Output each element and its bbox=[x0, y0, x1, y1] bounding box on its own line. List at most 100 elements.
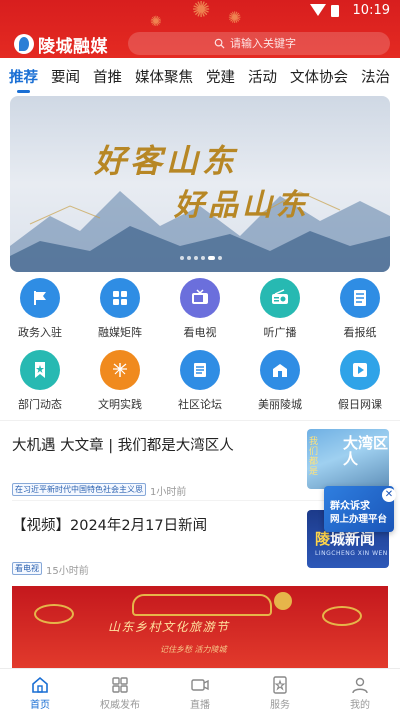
festival-subtitle: 记住乡愁 活力陵城 bbox=[160, 645, 227, 654]
festival-title: 山东乡村文化旅游节 bbox=[108, 620, 230, 634]
news-time: 15小时前 bbox=[46, 566, 89, 577]
grid-item-gov-entry[interactable]: 政务入驻 bbox=[0, 278, 80, 340]
battery-icon bbox=[331, 5, 339, 17]
news-thumbnail[interactable]: 我们都是 大湾区人 bbox=[307, 429, 389, 489]
firework-decoration: ✺ bbox=[150, 14, 162, 30]
grid-item-forum[interactable]: 社区论坛 bbox=[160, 350, 240, 412]
nav-home[interactable]: 首页 bbox=[0, 669, 80, 712]
close-icon[interactable]: ✕ bbox=[382, 488, 396, 502]
grid-item-newspaper[interactable]: 看报纸 bbox=[320, 278, 400, 340]
wifi-icon bbox=[310, 4, 326, 16]
tab-events[interactable]: 活动 bbox=[248, 66, 277, 87]
cloud-decoration bbox=[322, 606, 362, 626]
news-title[interactable]: 大机遇 大文章 | 我们都是大湾区人 bbox=[12, 436, 297, 456]
grid-item-beautiful-lingcheng[interactable]: 美丽陵城 bbox=[240, 350, 320, 412]
nav-live[interactable]: 直播 bbox=[160, 669, 240, 712]
firework-decoration: ✺ bbox=[228, 8, 242, 27]
radio-icon bbox=[260, 278, 300, 318]
home-icon bbox=[32, 676, 48, 693]
tab-featured[interactable]: 首推 bbox=[93, 66, 122, 87]
carousel-dot[interactable] bbox=[180, 256, 184, 260]
grid-label: 政务入驻 bbox=[18, 326, 62, 339]
nav-mine[interactable]: 我的 bbox=[320, 669, 400, 712]
flag-icon bbox=[20, 278, 60, 318]
tab-media-focus[interactable]: 媒体聚焦 bbox=[135, 66, 193, 87]
bookmark-icon bbox=[20, 350, 60, 390]
grid-label: 听广播 bbox=[263, 326, 297, 339]
tab-rule-of-law[interactable]: 法治 bbox=[361, 66, 390, 87]
nav-label: 权威发布 bbox=[100, 700, 140, 711]
grid-label: 社区论坛 bbox=[178, 398, 222, 411]
news-tag: 看电视 bbox=[12, 562, 42, 575]
festival-banner[interactable]: 山东乡村文化旅游节 记住乡愁 活力陵城 bbox=[12, 586, 388, 668]
nav-label: 首页 bbox=[30, 700, 50, 711]
cloud-decoration bbox=[34, 604, 74, 624]
channel-tabs: 推荐 要闻 首推 媒体聚焦 党建 活动 文体协会 法治 bbox=[0, 58, 400, 94]
grid-label: 部门动态 bbox=[18, 398, 62, 411]
tv-icon bbox=[180, 278, 220, 318]
video-icon bbox=[191, 679, 209, 691]
carousel-dot[interactable] bbox=[218, 256, 222, 260]
search-bar[interactable] bbox=[128, 32, 390, 55]
app-header: ✺ ✺ ✺ 10:19 陵城融媒 bbox=[0, 0, 400, 58]
float-button-line2: 网上办理平台 bbox=[330, 514, 388, 525]
thumbnail-side-text: 我们都是 bbox=[309, 437, 319, 477]
grid-item-radio[interactable]: 听广播 bbox=[240, 278, 320, 340]
grid-item-dept-news[interactable]: 部门动态 bbox=[0, 350, 80, 412]
tab-recommend[interactable]: 推荐 bbox=[9, 66, 38, 93]
thumbnail-title-a: 陵 bbox=[315, 530, 331, 548]
carousel-dots bbox=[180, 256, 222, 260]
thumbnail-title-b: 城新闻 bbox=[330, 530, 376, 548]
news-tag: 在习近平新时代中国特色社会主义思 bbox=[12, 483, 146, 496]
news-title[interactable]: 【视频】2024年2月17日新闻 bbox=[12, 514, 207, 535]
apps-icon bbox=[112, 677, 128, 693]
carousel-dot[interactable] bbox=[187, 256, 191, 260]
building-icon bbox=[260, 350, 300, 390]
status-time: 10:19 bbox=[352, 3, 390, 18]
user-icon bbox=[352, 677, 368, 694]
float-button-line1: 群众诉求 bbox=[330, 501, 370, 512]
logo-text: 陵城融媒 bbox=[38, 36, 108, 57]
logo-icon bbox=[14, 34, 34, 54]
banner-title-line1: 好客山东 bbox=[94, 142, 239, 180]
document-icon bbox=[180, 350, 220, 390]
grid-item-media-matrix[interactable]: 融媒矩阵 bbox=[80, 278, 160, 340]
star-badge-icon bbox=[273, 676, 287, 694]
thumbnail-subtitle: LINGCHENG XIN WEN bbox=[315, 550, 388, 557]
firework-decoration: ✺ bbox=[192, 0, 211, 23]
banner-title-line2: 好品山东 bbox=[174, 188, 310, 223]
grid-label: 看报纸 bbox=[343, 326, 377, 339]
nav-service[interactable]: 服务 bbox=[240, 669, 320, 712]
grid-label: 融媒矩阵 bbox=[98, 326, 142, 339]
nav-label: 服务 bbox=[270, 700, 290, 711]
tab-party-building[interactable]: 党建 bbox=[206, 66, 235, 87]
carousel-dot[interactable] bbox=[194, 256, 198, 260]
grid-icon bbox=[100, 278, 140, 318]
news-time: 1小时前 bbox=[150, 487, 187, 498]
carousel-dot[interactable] bbox=[201, 256, 205, 260]
grid-label: 文明实践 bbox=[98, 398, 142, 411]
app-logo: 陵城融媒 bbox=[14, 31, 108, 57]
tab-culture-sports[interactable]: 文体协会 bbox=[290, 66, 348, 87]
thumbnail-text: 大湾区人 bbox=[343, 434, 389, 468]
tab-headlines[interactable]: 要闻 bbox=[51, 66, 80, 87]
grid-item-watch-tv[interactable]: 看电视 bbox=[160, 278, 240, 340]
divider bbox=[0, 420, 400, 421]
status-icons bbox=[310, 4, 344, 17]
torch-icon bbox=[100, 350, 140, 390]
banner-carousel[interactable]: 好客山东 好品山东 bbox=[10, 96, 390, 272]
badge-icon bbox=[274, 592, 292, 610]
grid-item-civilization[interactable]: 文明实践 bbox=[80, 350, 160, 412]
nav-official-release[interactable]: 权威发布 bbox=[80, 669, 160, 712]
grid-label: 看电视 bbox=[183, 326, 217, 339]
search-input[interactable] bbox=[230, 37, 370, 50]
nav-label: 我的 bbox=[350, 700, 370, 711]
play-icon bbox=[340, 350, 380, 390]
grid-item-holiday-class[interactable]: 假日网课 bbox=[320, 350, 400, 412]
bottom-nav: 首页 权威发布 直播 服务 我的 bbox=[0, 668, 400, 712]
nav-label: 直播 bbox=[190, 700, 210, 711]
newspaper-icon bbox=[340, 278, 380, 318]
search-icon bbox=[214, 38, 225, 49]
carousel-dot-active[interactable] bbox=[208, 256, 215, 260]
title-frame-decoration bbox=[132, 594, 272, 616]
